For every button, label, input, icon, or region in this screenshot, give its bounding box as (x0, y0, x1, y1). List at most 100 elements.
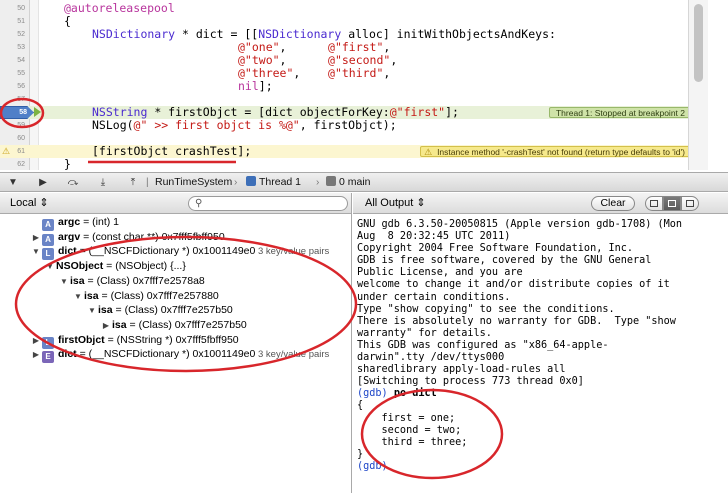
disclosure-expanded-icon[interactable]: ▼ (30, 245, 42, 259)
variables-search-field[interactable]: ⚲ (188, 196, 348, 211)
thread-icon (246, 176, 256, 186)
console-line: (gdb) po dict (357, 388, 723, 400)
console-output[interactable]: GNU gdb 6.3.50-20050815 (Apple version g… (357, 219, 723, 473)
disclosure-collapsed-icon[interactable]: ▶ (30, 334, 42, 348)
disclosure-expanded-icon[interactable]: ▼ (44, 260, 56, 274)
disclosure-collapsed-icon[interactable]: ▶ (30, 348, 42, 362)
code-token: @"third" (328, 66, 384, 80)
disclosure-collapsed-icon[interactable]: ▶ (100, 319, 112, 333)
console-text: Type "show copying" to see the condition… (357, 303, 615, 315)
console-text: [Switching to process 773 thread 0x0] (357, 376, 584, 388)
line-number: 53 (17, 44, 25, 51)
code-line[interactable]: 62} (0, 157, 708, 171)
disclosure-expanded-icon[interactable]: ▼ (58, 275, 70, 289)
output-selector[interactable]: All Output ⇕ (365, 196, 426, 210)
code-token: } (64, 157, 71, 171)
code-token: NSLog( (92, 118, 134, 132)
continue-button[interactable]: ▶ (34, 175, 52, 190)
code-line[interactable]: 55 @"three", @"third", (0, 67, 708, 80)
source-editor[interactable]: 50 @autoreleasepool 51 {52 NSDictionary * di… (0, 0, 708, 170)
console-line: welcome to change it and/or distribute c… (357, 279, 723, 291)
code-token: NSDictionary (92, 27, 176, 41)
chevron-right-icon: › (234, 177, 238, 188)
disclosure-expanded-icon[interactable]: ▼ (86, 304, 98, 318)
variable-name: dict (58, 348, 77, 361)
disclosure-collapsed-icon[interactable]: ▶ (30, 231, 42, 245)
code-text: [firstObjct crashTest]; (92, 145, 251, 158)
warning-badge[interactable]: ⚠ Instance method '-crashTest' not found … (420, 146, 692, 157)
editor-scroll-thumb[interactable] (694, 4, 703, 82)
gdb-prompt: (gdb) (357, 388, 394, 400)
code-line[interactable]: 61 ⚠ [firstObjct crashTest]; ⚠ Instance meth… (0, 145, 708, 158)
warning-icon[interactable]: ⚠ (2, 145, 10, 158)
thread-stopped-badge[interactable]: Thread 1: Stopped at breakpoint 2 (548, 107, 692, 118)
variable-row[interactable]: ▼ isa = (Class) 0x7fff7e257b50 (86, 303, 233, 317)
console-line: There is absolutely no warranty for GDB.… (357, 316, 723, 328)
console-line: (gdb) (357, 461, 723, 473)
code-token: NSString (92, 105, 148, 119)
show-variables-only-button[interactable] (645, 196, 663, 211)
code-line[interactable]: 56 nil]; (0, 80, 708, 93)
variable-row[interactable]: ▼ isa = (Class) 0x7fff7e257880 (72, 289, 219, 303)
code-text: } (64, 157, 71, 171)
variable-row[interactable]: ▼ Ldict = (__NSCFDictionary *) 0x1001149e… (30, 244, 330, 261)
console-line: Type "show copying" to see the condition… (357, 304, 723, 316)
instruction-pointer-icon[interactable] (34, 107, 41, 117)
editor-vertical-scrollbar[interactable] (688, 0, 708, 170)
gdb-prompt: (gdb) (357, 460, 388, 472)
console-line: Copyright 2004 Free Software Foundation,… (357, 243, 723, 255)
console-text: darwin".tty /dev/ttys000 (357, 352, 505, 364)
step-out-button[interactable]: ⤒ (124, 175, 142, 190)
variable-row[interactable]: Aargc = (int) 1 (30, 215, 119, 231)
code-token: @"two" (238, 53, 280, 67)
step-over-button[interactable]: ⤼ (64, 175, 82, 190)
variables-search-input[interactable] (207, 197, 343, 210)
variable-row[interactable]: ▼ isa = (Class) 0x7fff7e2578a8 (58, 274, 205, 288)
search-icon: ⚲ (195, 198, 203, 209)
code-token: @"second" (328, 53, 391, 67)
line-number: 56 (17, 83, 25, 90)
clear-console-button[interactable]: Clear (591, 196, 635, 211)
line-number: 54 (17, 57, 25, 64)
variable-row[interactable]: ▶ Edict = (__NSCFDictionary *) 0x1001149e… (30, 347, 329, 364)
breadcrumb-process[interactable]: RunTimeSystem (155, 175, 232, 190)
console-line: Aug 8 20:32:45 UTC 2011) (357, 231, 723, 243)
variable-value: = (const char **) 0x7fff5fbff950 (80, 230, 225, 243)
console-text: There is absolutely no warranty for GDB.… (357, 315, 676, 327)
variables-view: Local ⇕ ⚲ Aargc = (int) 1 ▶ Aargv = (const… (0, 193, 352, 493)
show-both-panes-button[interactable] (663, 196, 681, 211)
console-line: [Switching to process 773 thread 0x0] (357, 376, 723, 388)
code-line[interactable]: 59 NSLog(@" >> first objct is %@", firstO… (0, 119, 708, 132)
code-line[interactable]: 50 @autoreleasepool (0, 2, 708, 15)
console-text: { (357, 400, 364, 412)
variable-summary: 3 key/value pairs (255, 246, 330, 258)
code-token: { (64, 14, 71, 28)
console-text: Copyright 2004 Free Software Foundation,… (357, 243, 634, 255)
variable-name: argc (58, 216, 81, 228)
split-panel-icon (668, 200, 676, 207)
hide-debug-area-button[interactable]: ▼ (4, 175, 22, 190)
variable-row[interactable]: ▶ LfirstObjct = (NSString *) 0x7fff5fbff9… (30, 333, 239, 349)
breakpoint-marker[interactable]: 58 (0, 106, 34, 119)
breadcrumb-frame[interactable]: 0 main (326, 175, 371, 190)
variable-value: = (Class) 0x7fff7e2578a8 (84, 274, 205, 287)
variable-row[interactable]: ▶ Aargv = (const char **) 0x7fff5fbff950 (30, 230, 225, 246)
console-text: } (357, 448, 364, 460)
line-number: 59 (17, 122, 25, 129)
code-token: [firstObjct crashTest]; (92, 144, 252, 158)
console-view[interactable]: All Output ⇕ Clear GNU gdb 6.3.50-200508… (353, 193, 728, 493)
code-token: nil (238, 79, 259, 93)
variable-name: isa (84, 289, 99, 302)
disclosure-expanded-icon[interactable]: ▼ (72, 290, 84, 304)
breadcrumb-thread[interactable]: Thread 1 (246, 175, 301, 190)
variable-name: isa (70, 274, 85, 287)
variable-row[interactable]: ▶ isa = (Class) 0x7fff7e257b50 (100, 318, 247, 332)
step-into-button[interactable]: ⤓ (94, 175, 112, 190)
variable-row[interactable]: ▼ NSObject = (NSObject) {...} (44, 259, 186, 273)
code-text: nil]; (238, 80, 273, 93)
code-token: alloc] initWithObjectsAndKeys: (341, 27, 556, 41)
variable-name: isa (98, 304, 113, 317)
up-down-arrows-icon: ⇕ (416, 197, 426, 209)
show-console-only-button[interactable] (681, 196, 699, 211)
scope-popup[interactable]: Local ⇕ (10, 196, 49, 210)
